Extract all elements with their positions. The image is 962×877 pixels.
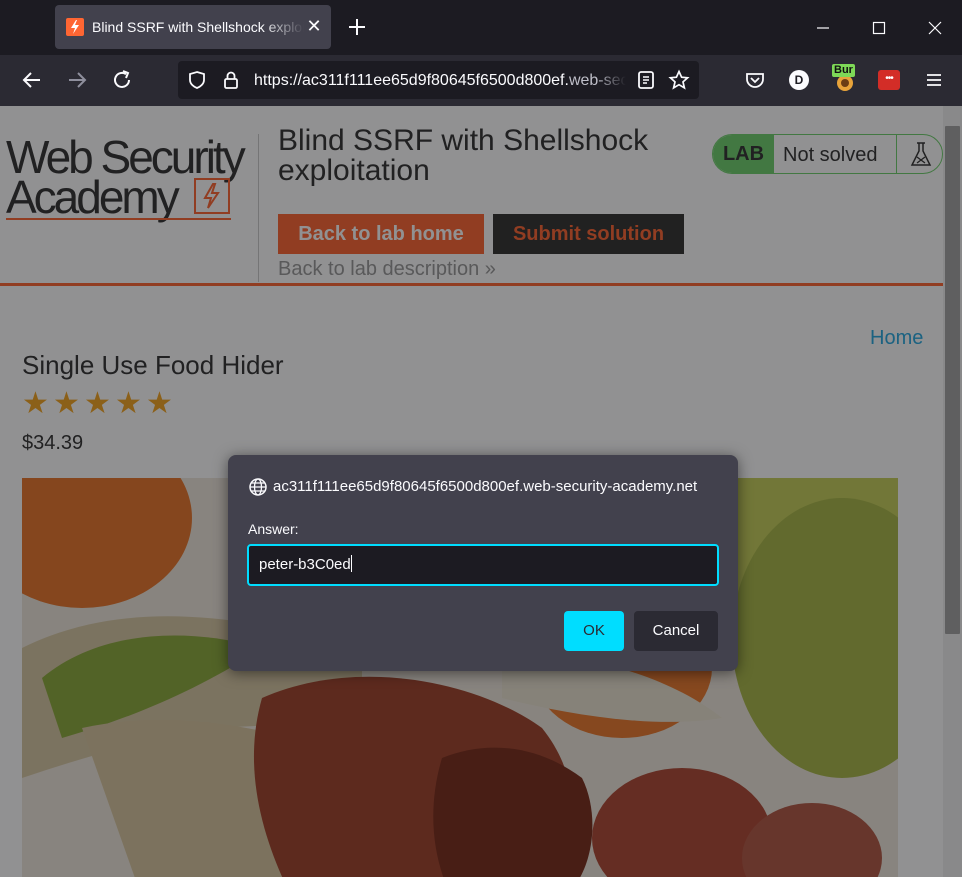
tab-strip: Blind SSRF with Shellshock exploitation … bbox=[0, 0, 962, 55]
navigation-toolbar: https://ac311f111ee65d9f80645f6500d800ef… bbox=[0, 55, 962, 106]
maximize-button[interactable] bbox=[865, 14, 893, 42]
reload-icon[interactable] bbox=[109, 67, 135, 93]
account-avatar[interactable]: D bbox=[789, 70, 809, 90]
window-close-button[interactable] bbox=[921, 14, 949, 42]
menu-hamburger-icon[interactable] bbox=[921, 67, 947, 93]
cancel-button[interactable]: Cancel bbox=[634, 611, 718, 651]
prompt-dialog: ac311f111ee65d9f80645f6500d800ef.web-sec… bbox=[228, 455, 738, 671]
ok-button[interactable]: OK bbox=[564, 611, 624, 651]
burp-lightning-icon bbox=[66, 18, 84, 36]
back-arrow-icon[interactable] bbox=[19, 67, 45, 93]
new-tab-button[interactable] bbox=[344, 14, 370, 40]
globe-icon bbox=[248, 477, 268, 497]
reader-view-icon[interactable] bbox=[635, 69, 657, 91]
close-icon[interactable]: ✕ bbox=[304, 16, 324, 36]
text-caret bbox=[350, 555, 352, 572]
dialog-origin: ac311f111ee65d9f80645f6500d800ef.web-sec… bbox=[273, 478, 698, 495]
url-bar[interactable]: https://ac311f111ee65d9f80645f6500d800ef… bbox=[178, 61, 699, 99]
forward-arrow-icon[interactable] bbox=[64, 67, 90, 93]
lastpass-icon[interactable]: ••• bbox=[878, 70, 900, 90]
burp-extension-label: Bur bbox=[832, 64, 855, 77]
pocket-icon[interactable] bbox=[742, 67, 768, 93]
answer-input[interactable]: peter-b3C0ed bbox=[247, 544, 719, 586]
tab-active[interactable]: Blind SSRF with Shellshock exploitation … bbox=[55, 5, 331, 49]
burp-extension-icon[interactable]: Bur bbox=[832, 64, 862, 92]
url-text: https://ac311f111ee65d9f80645f6500d800ef… bbox=[254, 72, 626, 89]
dialog-prompt-label: Answer: bbox=[248, 521, 299, 537]
lock-icon[interactable] bbox=[220, 69, 242, 91]
answer-input-value: peter-b3C0ed bbox=[259, 556, 351, 573]
bookmark-star-icon[interactable] bbox=[668, 69, 690, 91]
shield-icon[interactable] bbox=[186, 69, 208, 91]
tab-title: Blind SSRF with Shellshock exploitation bbox=[92, 19, 304, 35]
minimize-button[interactable] bbox=[809, 14, 837, 42]
